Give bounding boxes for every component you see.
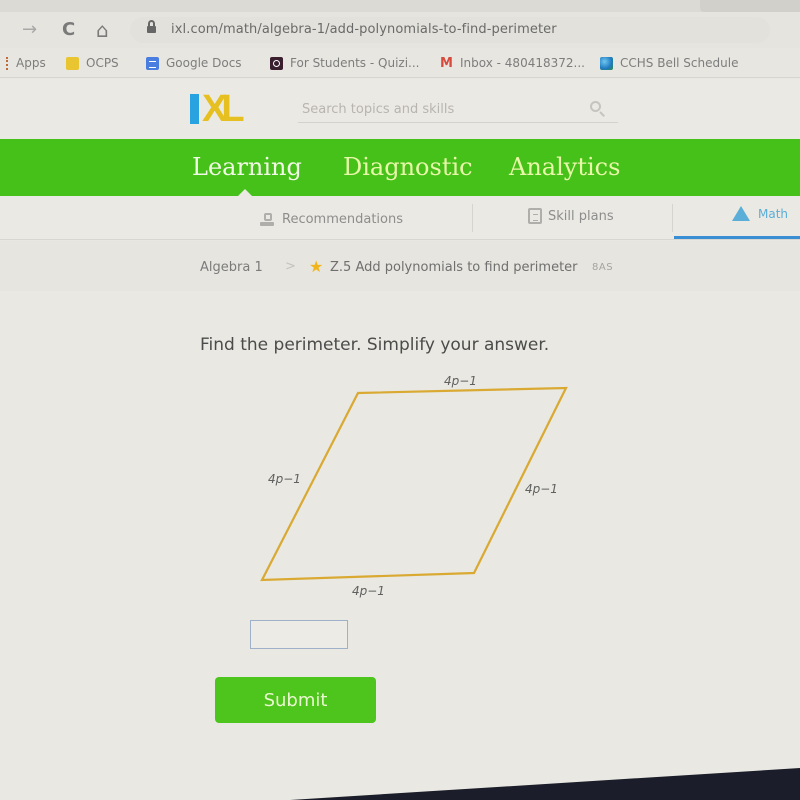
parallelogram-figure	[260, 386, 568, 582]
side-label-left: 4p−1	[268, 472, 301, 486]
side-label-top: 4p−1	[444, 374, 477, 388]
side-label-right: 4p−1	[525, 482, 558, 496]
side-label-bottom: 4p−1	[352, 584, 385, 598]
submit-button[interactable]: Submit	[215, 677, 376, 723]
answer-input[interactable]	[250, 620, 348, 649]
parallelogram-shape	[260, 386, 568, 582]
